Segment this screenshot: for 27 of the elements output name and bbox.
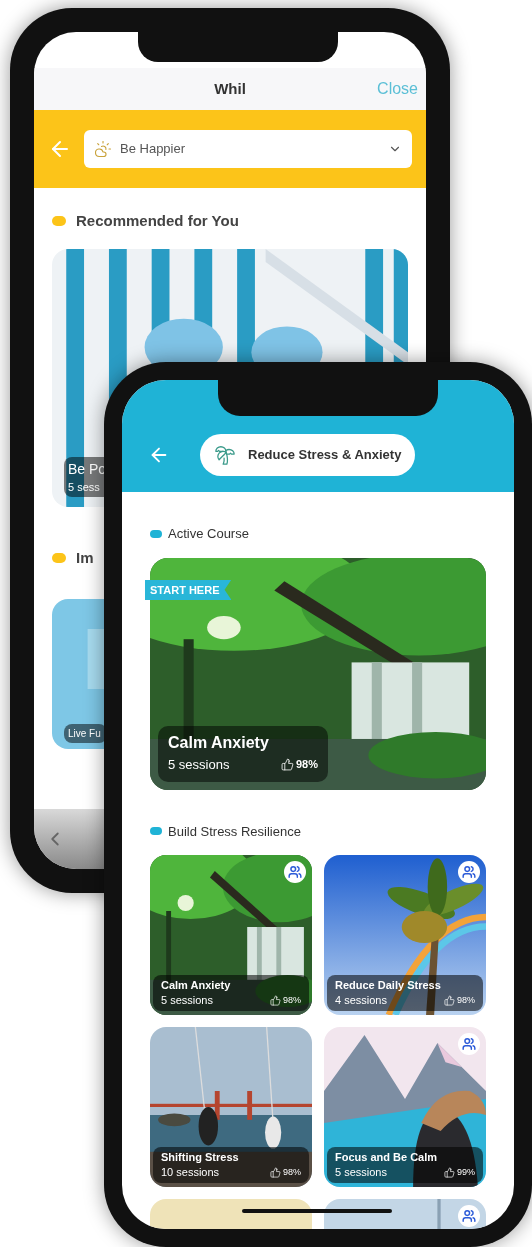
rating: 98% bbox=[283, 993, 301, 1007]
section-heading: Recommended for You bbox=[76, 211, 239, 231]
section-heading: Active Course bbox=[168, 525, 249, 543]
palm-tree-icon bbox=[214, 444, 236, 466]
thumbs-up-icon bbox=[270, 995, 281, 1006]
session-count: 4 sessions bbox=[335, 993, 387, 1008]
course-title: Focus and Be Calm bbox=[335, 1150, 439, 1165]
thumbs-up-icon bbox=[270, 1167, 281, 1178]
dropdown-value: Be Happier bbox=[120, 140, 187, 159]
course-title: Shifting Stress bbox=[161, 1150, 240, 1165]
thumbs-up-icon bbox=[444, 995, 455, 1006]
rating: 98% bbox=[283, 1165, 301, 1179]
rating: 99% bbox=[457, 1165, 475, 1179]
session-count: 5 sessions bbox=[161, 993, 213, 1008]
app-title: Whil bbox=[214, 78, 246, 99]
category-dropdown[interactable]: Be Happier bbox=[84, 130, 412, 168]
course-title: Calm Anxiety bbox=[161, 978, 232, 993]
cloud-sun-icon bbox=[94, 140, 112, 158]
rating: 98% bbox=[457, 993, 475, 1007]
session-count: 5 sessions bbox=[335, 1165, 387, 1180]
session-count: 10 sessions bbox=[161, 1165, 220, 1180]
thumbs-up-icon bbox=[444, 1167, 455, 1178]
course-title: Live Fu bbox=[68, 727, 101, 741]
topic-pill[interactable]: Reduce Stress & Anxiety bbox=[200, 434, 416, 476]
section-heading: Build Stress Resilience bbox=[168, 822, 301, 841]
course-title: Reduce Daily Stress bbox=[335, 978, 442, 993]
section-heading: Im bbox=[76, 547, 94, 568]
